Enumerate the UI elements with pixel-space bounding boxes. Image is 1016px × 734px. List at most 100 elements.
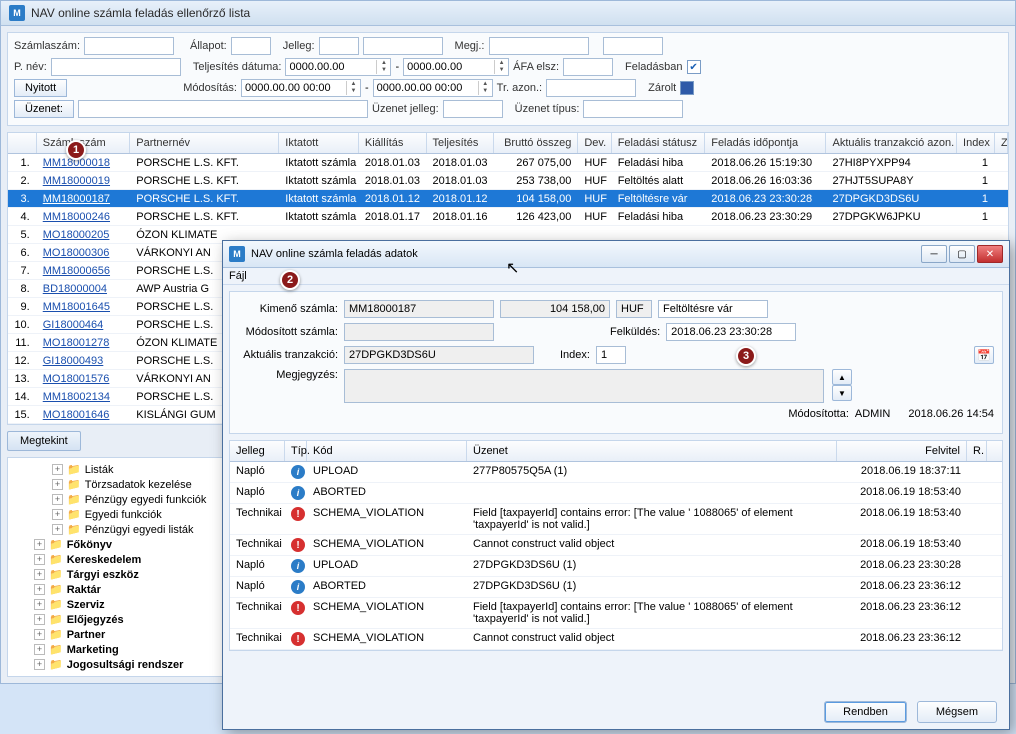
col-brutto[interactable]: Bruttó összeg [494, 133, 578, 153]
dt-from-spinner[interactable]: ▲▼ [241, 79, 361, 97]
folder-icon: 📁 [49, 643, 63, 656]
invoice-link[interactable]: MM18001645 [43, 301, 110, 313]
expand-icon[interactable]: + [52, 524, 63, 535]
uzenet-tipus-input[interactable] [583, 100, 683, 118]
minimize-button[interactable]: ─ [921, 245, 947, 263]
allapot-input[interactable] [231, 37, 271, 55]
trazon-input[interactable] [546, 79, 636, 97]
col-kiallitas[interactable]: Kiállítás [359, 133, 427, 153]
invoice-link[interactable]: MO18001278 [43, 337, 110, 349]
szamlaszam-input[interactable] [84, 37, 174, 55]
expand-icon[interactable]: + [34, 614, 45, 625]
expand-icon[interactable]: + [52, 509, 63, 520]
expand-icon[interactable]: + [52, 479, 63, 490]
megjegyzes-textarea[interactable] [344, 369, 824, 403]
invoice-link[interactable]: MM18000019 [43, 175, 110, 187]
date-to-spinner[interactable]: ▲▼ [403, 58, 509, 76]
table-row[interactable]: 3.MM18000187PORSCHE L.S. KFT.Iktatott sz… [8, 190, 1008, 208]
folder-icon: 📁 [49, 598, 63, 611]
invoice-link[interactable]: MO18001646 [43, 409, 110, 421]
table-row[interactable]: 1.MM18000018PORSCHE L.S. KFT.Iktatott sz… [8, 154, 1008, 172]
col-iktatott[interactable]: Iktatott [279, 133, 359, 153]
table-row[interactable]: 2.MM18000019PORSCHE L.S. KFT.Iktatott sz… [8, 172, 1008, 190]
expand-icon[interactable]: + [34, 554, 45, 565]
modositas-label: Módosítás: [183, 82, 237, 94]
mcol-r[interactable]: R. [967, 441, 987, 461]
col-idopont[interactable]: Feladás időpontja [705, 133, 826, 153]
fajl-menu[interactable]: Fájl [229, 270, 247, 282]
expand-icon[interactable]: + [52, 494, 63, 505]
megsem-button[interactable]: Mégsem [917, 701, 997, 723]
feladasban-label: Feladásban [625, 61, 683, 73]
uzenet-input[interactable] [78, 100, 368, 118]
expand-icon[interactable]: + [34, 539, 45, 550]
col-partnernev[interactable]: Partnernév [130, 133, 279, 153]
folder-icon: 📁 [49, 583, 63, 596]
expand-icon[interactable]: + [34, 629, 45, 640]
message-row[interactable]: NaplóiUPLOAD277P80575Q5A (1)2018.06.19 1… [230, 462, 1002, 483]
megj-label: Megj.: [455, 40, 485, 52]
megtekint-button[interactable]: Megtekint [7, 431, 81, 451]
col-status[interactable]: Feladási státusz [612, 133, 706, 153]
col-index[interactable]: Index [957, 133, 995, 153]
info-icon: i [291, 465, 305, 479]
extra-input[interactable] [603, 37, 663, 55]
col-dev[interactable]: Dev. [578, 133, 611, 153]
zarolt-colorbox[interactable] [680, 81, 694, 95]
invoice-link[interactable]: MM18000246 [43, 211, 110, 223]
message-row[interactable]: NaplóiABORTED27DPGKD3DS6U (1)2018.06.23 … [230, 577, 1002, 598]
invoice-link[interactable]: MM18000187 [43, 193, 110, 205]
message-row[interactable]: NaplóiABORTED2018.06.19 18:53:40 [230, 483, 1002, 504]
expand-icon[interactable]: + [34, 584, 45, 595]
expand-icon[interactable]: + [34, 644, 45, 655]
expand-icon[interactable]: + [34, 659, 45, 670]
expand-icon[interactable]: + [52, 464, 63, 475]
table-row[interactable]: 4.MM18000246PORSCHE L.S. KFT.Iktatott sz… [8, 208, 1008, 226]
mcol-uzenet[interactable]: Üzenet [467, 441, 837, 461]
uzenet-jelleg-input[interactable] [443, 100, 503, 118]
uzenet-button[interactable]: Üzenet: [14, 100, 74, 118]
mcol-kod[interactable]: Kód [307, 441, 467, 461]
dt-to-spinner[interactable]: ▲▼ [373, 79, 493, 97]
megj-input[interactable] [489, 37, 589, 55]
mcol-felvitel[interactable]: Felvitel [837, 441, 967, 461]
filter-panel: Számlaszám: Állapot: Jelleg: Megj.: P. n… [7, 32, 1009, 126]
status-value: Feltöltésre vár [658, 300, 768, 318]
afa-elsz-input[interactable] [563, 58, 613, 76]
expand-icon[interactable]: + [34, 569, 45, 580]
invoice-link[interactable]: GI18000464 [43, 319, 104, 331]
maximize-button[interactable]: ▢ [949, 245, 975, 263]
close-button[interactable]: ✕ [977, 245, 1003, 263]
jelleg-text-input[interactable] [363, 37, 443, 55]
zarolt-label: Zárolt [648, 82, 676, 94]
message-row[interactable]: Technikai!SCHEMA_VIOLATIONCannot constru… [230, 535, 1002, 556]
col-aktualis[interactable]: Aktuális tranzakció azon. [826, 133, 957, 153]
feladasban-checkbox[interactable]: ✔ [687, 60, 701, 74]
invoice-link[interactable]: MM18002134 [43, 391, 110, 403]
message-row[interactable]: Technikai!SCHEMA_VIOLATIONCannot constru… [230, 629, 1002, 650]
message-row[interactable]: NaplóiUPLOAD27DPGKD3DS6U (1)2018.06.23 2… [230, 556, 1002, 577]
message-row[interactable]: Technikai!SCHEMA_VIOLATIONField [taxpaye… [230, 504, 1002, 535]
col-teljesites[interactable]: Teljesítés [427, 133, 495, 153]
jelleg-input[interactable] [319, 37, 359, 55]
invoice-link[interactable]: MM18000656 [43, 265, 110, 277]
date-from-spinner[interactable]: ▲▼ [285, 58, 391, 76]
mcol-jelleg[interactable]: Jelleg [230, 441, 285, 461]
rendben-button[interactable]: Rendben [824, 701, 907, 723]
message-row[interactable]: Technikai!SCHEMA_VIOLATIONField [taxpaye… [230, 598, 1002, 629]
scroll-up-icon[interactable]: ▲ [832, 369, 852, 385]
invoice-link[interactable]: MO18001576 [43, 373, 110, 385]
invoice-link[interactable]: MO18000306 [43, 247, 110, 259]
invoice-link[interactable]: BD18000004 [43, 283, 107, 295]
col-z[interactable]: Z [995, 133, 1008, 153]
expand-icon[interactable]: + [34, 599, 45, 610]
mcol-tip[interactable]: Típ. [285, 441, 307, 461]
modal-titlebar[interactable]: M NAV online számla feladás adatok ─ ▢ ✕ [223, 241, 1009, 268]
pnev-input[interactable] [51, 58, 181, 76]
scroll-down-icon[interactable]: ▼ [832, 385, 852, 401]
nyitott-button[interactable]: Nyitott [14, 79, 67, 97]
invoice-link[interactable]: GI18000493 [43, 355, 104, 367]
folder-icon: 📁 [67, 523, 81, 536]
calendar-icon-button[interactable]: 📅 [974, 346, 994, 364]
invoice-link[interactable]: MO18000205 [43, 229, 110, 241]
